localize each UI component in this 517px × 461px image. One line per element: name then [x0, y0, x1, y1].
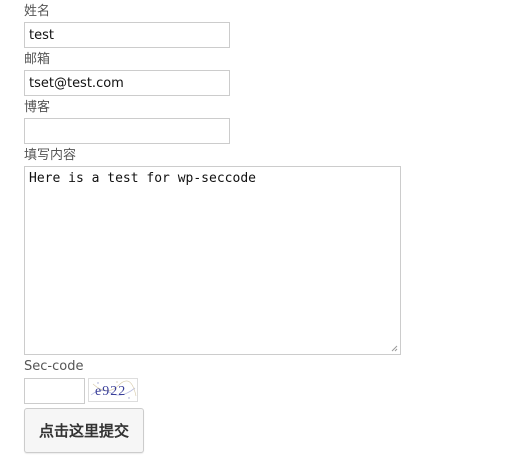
name-label: 姓名	[24, 4, 51, 19]
website-input[interactable]	[24, 118, 230, 144]
seccode-input[interactable]	[24, 378, 85, 404]
name-input[interactable]	[24, 22, 230, 48]
captcha-noise-icon: e922	[90, 380, 137, 399]
seccode-label: Sec-code	[24, 359, 84, 374]
content-label: 填写内容	[24, 148, 77, 163]
content-textarea[interactable]: Here is a test for wp-seccode	[24, 166, 401, 355]
captcha-image: e922	[88, 378, 138, 402]
resize-handle-icon[interactable]	[390, 344, 398, 352]
captcha-text: e922	[95, 384, 126, 399]
website-label: 博客	[24, 100, 51, 115]
submit-button[interactable]: 点击这里提交	[24, 408, 144, 453]
email-input[interactable]	[24, 70, 230, 96]
email-label: 邮箱	[24, 52, 51, 67]
